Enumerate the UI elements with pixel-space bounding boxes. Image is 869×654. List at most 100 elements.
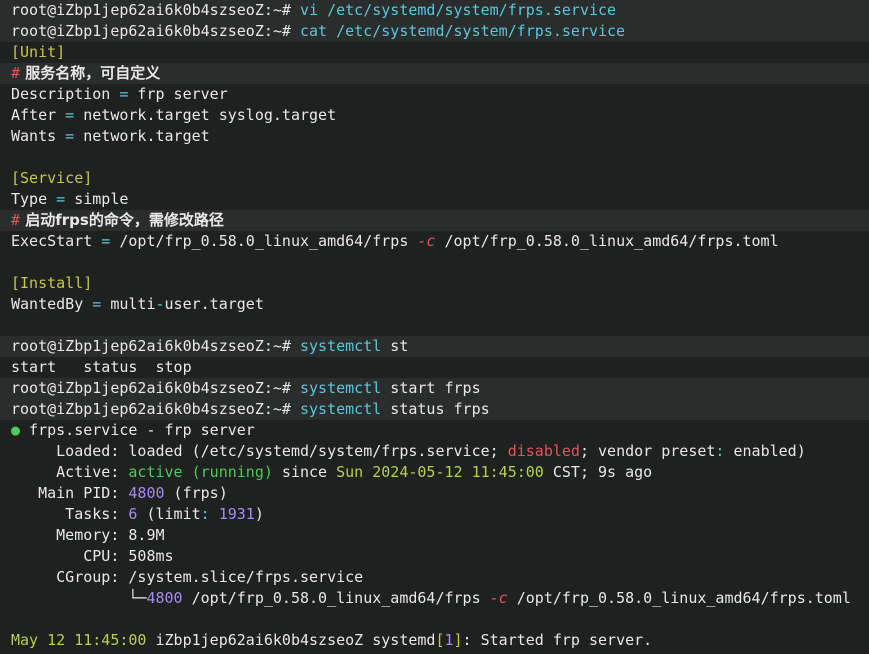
file-line-comment1: # 服务名称，可自定义	[0, 63, 869, 84]
config-key: Type	[11, 190, 48, 208]
status-line-active: Active: active (running) since Sun 2024-…	[0, 462, 869, 483]
status-line-unit: ● frps.service - frp server	[0, 420, 869, 441]
terminal-line-systemctl-st: root@iZbp1jep62ai6k0b4szseoZ:~# systemct…	[0, 336, 869, 357]
config-value: multi	[101, 295, 156, 313]
status-label: Main PID:	[11, 484, 120, 502]
config-dash: -	[155, 295, 165, 313]
status-line-pid: Main PID: 4800 (frps)	[0, 483, 869, 504]
command-args: st	[381, 337, 409, 355]
config-value: /opt/frp_0.58.0_linux_amd64/frps	[110, 232, 418, 250]
config-key: WantedBy	[11, 295, 84, 313]
config-value: user.target	[164, 295, 264, 313]
status-label: Active:	[11, 463, 120, 481]
file-line-type: Type = simple	[0, 189, 869, 210]
file-line-install-header: [Install]	[0, 273, 869, 294]
command-args: status frps	[381, 400, 490, 418]
file-line-unit-header: [Unit]	[0, 42, 869, 63]
status-line-memory: Memory: 8.9M	[0, 525, 869, 546]
status-tasks-limit: 1931	[209, 505, 255, 523]
status-label: Tasks:	[11, 505, 120, 523]
comment-hash: #	[11, 211, 21, 229]
status-disabled: disabled	[507, 442, 580, 460]
status-flag: -c	[489, 589, 508, 607]
config-key: ExecStart	[11, 232, 93, 250]
config-eq: =	[83, 295, 102, 313]
file-line-execstart: ExecStart = /opt/frp_0.58.0_linux_amd64/…	[0, 231, 869, 252]
status-line-tasks: Tasks: 6 (limit: 1931)	[0, 504, 869, 525]
log-timestamp: May 12 11:45:00	[11, 631, 147, 649]
shell-prompt: root@iZbp1jep62ai6k0b4szseoZ:~#	[11, 1, 300, 19]
status-value: enabled)	[724, 442, 806, 460]
status-label: Loaded:	[11, 442, 120, 460]
log-message: : Started frp server.	[462, 631, 653, 649]
status-label: Memory:	[11, 526, 120, 544]
file-line-description: Description = frp server	[0, 84, 869, 105]
status-value: 508ms	[119, 547, 174, 565]
file-line-after: After = network.target syslog.target	[0, 105, 869, 126]
file-line-wantedby: WantedBy = multi-user.target	[0, 294, 869, 315]
comment-text: 启动frps的命令，需修改路径	[20, 211, 224, 229]
file-line-service-header: [Service]	[0, 168, 869, 189]
status-colon: :	[200, 505, 210, 523]
status-unit-name: frps.service - frp server	[20, 421, 255, 439]
status-value: (limit	[137, 505, 201, 523]
status-value: since	[272, 463, 337, 481]
status-value: /opt/frp_0.58.0_linux_amd64/frps.toml	[507, 589, 851, 607]
config-key: After	[11, 106, 57, 124]
status-value: CST; 9s ago	[543, 463, 653, 481]
config-flag: -c	[417, 232, 436, 250]
shell-prompt: root@iZbp1jep62ai6k0b4szseoZ:~#	[11, 379, 300, 397]
shell-prompt: root@iZbp1jep62ai6k0b4szseoZ:~#	[11, 22, 300, 40]
config-key: Description	[11, 85, 111, 103]
status-line-cgroup-process: └─4800 /opt/frp_0.58.0_linux_amd64/frps …	[0, 588, 869, 609]
status-label: CPU:	[11, 547, 120, 565]
section-header: [Service]	[11, 169, 93, 187]
section-header: [Install]	[11, 274, 93, 292]
log-pid: 1	[444, 631, 454, 649]
config-value: /opt/frp_0.58.0_linux_amd64/frps.toml	[435, 232, 779, 250]
log-line: May 12 11:45:00 iZbp1jep62ai6k0b4szseoZ …	[0, 630, 869, 651]
status-value: )	[254, 505, 264, 523]
config-value: simple	[65, 190, 129, 208]
status-line-cgroup: CGroup: /system.slice/frps.service	[0, 567, 869, 588]
command-text: cat /etc/systemd/system/frps.service	[299, 22, 626, 40]
config-eq: =	[110, 85, 129, 103]
comment-text: 服务名称，可自定义	[20, 64, 161, 82]
completion-line: start status stop	[0, 357, 869, 378]
log-host: iZbp1jep62ai6k0b4szseoZ systemd	[146, 631, 436, 649]
config-eq: =	[47, 190, 66, 208]
status-line-loaded: Loaded: loaded (/etc/systemd/system/frps…	[0, 441, 869, 462]
status-value: (frps)	[164, 484, 228, 502]
config-eq: =	[56, 127, 75, 145]
status-line-cpu: CPU: 508ms	[0, 546, 869, 567]
terminal-line-systemctl-status: root@iZbp1jep62ai6k0b4szseoZ:~# systemct…	[0, 399, 869, 420]
completion-options: start status stop	[11, 358, 192, 376]
terminal-line-vi: root@iZbp1jep62ai6k0b4szseoZ:~# vi /etc/…	[0, 0, 869, 21]
status-tasks: 6	[119, 505, 138, 523]
config-value: network.target	[74, 127, 210, 145]
status-value: 8.9M	[119, 526, 165, 544]
terminal-window[interactable]: root@iZbp1jep62ai6k0b4szseoZ:~# vi /etc/…	[0, 0, 869, 654]
command-text: systemctl	[299, 337, 382, 355]
comment-hash: #	[11, 64, 21, 82]
terminal-line-systemctl-start: root@iZbp1jep62ai6k0b4szseoZ:~# systemct…	[0, 378, 869, 399]
shell-prompt: root@iZbp1jep62ai6k0b4szseoZ:~#	[11, 400, 300, 418]
config-value: network.target syslog.target	[74, 106, 337, 124]
file-line-wants: Wants = network.target	[0, 126, 869, 147]
status-tree-pid: 4800	[146, 589, 183, 607]
command-text: vi /etc/systemd/system/frps.service	[299, 1, 617, 19]
config-eq: =	[92, 232, 111, 250]
tree-branch-icon: └─	[11, 589, 147, 607]
file-line-comment2: # 启动frps的命令，需修改路径	[0, 210, 869, 231]
status-pid: 4800	[119, 484, 165, 502]
config-key: Wants	[11, 127, 57, 145]
status-value: /system.slice/frps.service	[119, 568, 364, 586]
status-value: loaded (/etc/systemd/system/frps.service…	[119, 442, 508, 460]
terminal-line-cat: root@iZbp1jep62ai6k0b4szseoZ:~# cat /etc…	[0, 21, 869, 42]
section-header: [Unit]	[11, 43, 66, 61]
status-value: ; vendor preset	[579, 442, 716, 460]
